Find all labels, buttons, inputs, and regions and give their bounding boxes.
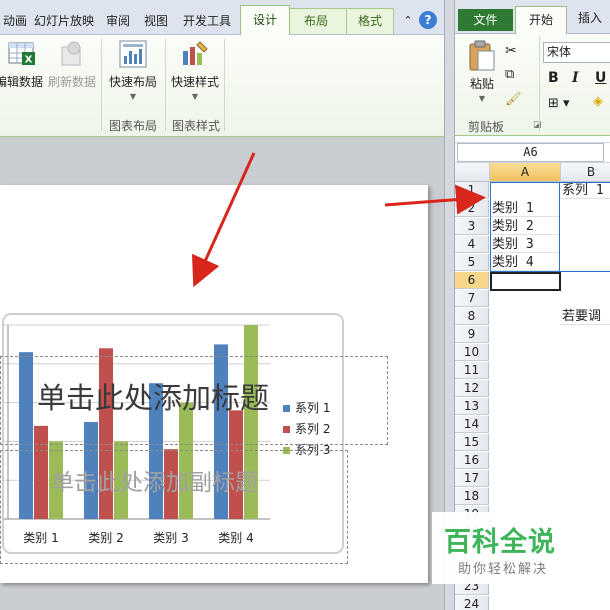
- row-header[interactable]: 12: [455, 380, 489, 397]
- group-separator: [101, 39, 102, 131]
- refresh-data-button[interactable]: 刷新数据: [47, 39, 97, 90]
- collapse-ribbon-icon[interactable]: ⌃: [400, 10, 416, 32]
- fill-color-icon[interactable]: ◈: [593, 94, 603, 109]
- ppt-ribbon-tabs: 动画 幻灯片放映 审阅 视图 开发工具 布局 格式 设计 ⌃ ?: [0, 0, 444, 36]
- column-header-a[interactable]: A: [490, 163, 561, 182]
- row-header[interactable]: 14: [455, 416, 489, 433]
- border-icon[interactable]: ⊞ ▾: [548, 96, 570, 111]
- watermark: 百科全说 助你轻松解决: [432, 512, 584, 584]
- slide-canvas[interactable]: 类别 1 类别 2 类别 3 类别 4 系列 1 系列 2 系列 3 单击此处添…: [0, 185, 428, 583]
- slide-workspace: 类别 1 类别 2 类别 3 类别 4 系列 1 系列 2 系列 3 单击此处添…: [0, 137, 444, 610]
- paste-icon: [463, 38, 501, 75]
- excel-ribbon-tabs: 文件 开始 插入: [455, 0, 610, 35]
- tab-home[interactable]: 开始: [515, 6, 567, 35]
- row-header[interactable]: 1: [455, 182, 489, 199]
- tab-design[interactable]: 设计: [240, 5, 290, 36]
- tab-view[interactable]: 视图: [141, 10, 171, 32]
- subtitle-placeholder[interactable]: 单击此处添加副标题: [0, 450, 348, 564]
- row-header[interactable]: 17: [455, 470, 489, 487]
- dialog-launcher-icon[interactable]: ◪: [533, 120, 542, 130]
- chart-data-range: [560, 182, 610, 272]
- font-name-select[interactable]: 宋体: [543, 42, 610, 63]
- dropdown-caret-icon: ▼: [191, 92, 199, 101]
- group-separator: [539, 36, 540, 131]
- copy-icon[interactable]: ⧉: [505, 67, 514, 82]
- row-header[interactable]: 3: [455, 218, 489, 235]
- quick-style-label: 快速样式: [170, 75, 219, 89]
- chart-data-range: [490, 182, 560, 272]
- row-header[interactable]: 10: [455, 344, 489, 361]
- watermark-brand: 百科全说: [444, 527, 556, 558]
- row-header[interactable]: 8: [455, 308, 489, 325]
- tab-file[interactable]: 文件: [458, 9, 513, 31]
- ppt-ribbon: X 编辑数据 刷新数据 快速布局 ▼ 快速样式 ▼ 图表布局 图表样式: [0, 35, 444, 137]
- row-header[interactable]: 24: [455, 596, 489, 610]
- tab-review[interactable]: 审阅: [103, 10, 133, 32]
- refresh-data-label: 刷新数据: [47, 75, 96, 89]
- refresh-data-icon: [57, 39, 87, 69]
- edit-data-button[interactable]: X 编辑数据: [0, 39, 44, 90]
- cell-a6-selected[interactable]: [490, 272, 561, 291]
- row-header[interactable]: 15: [455, 434, 489, 451]
- group-separator: [224, 39, 225, 131]
- group-separator: [165, 39, 166, 131]
- edit-data-icon: X: [7, 39, 37, 69]
- tab-developer[interactable]: 开发工具: [179, 10, 235, 32]
- cell-b8[interactable]: 若要调: [560, 308, 610, 325]
- quick-layout-label: 快速布局: [108, 75, 157, 89]
- svg-text:X: X: [25, 55, 33, 66]
- row-header[interactable]: 7: [455, 290, 489, 307]
- title-placeholder[interactable]: 单击此处添加标题: [0, 356, 388, 445]
- watermark-slogan: 助你轻松解决: [458, 562, 549, 577]
- edit-data-label: 编辑数据: [0, 75, 43, 89]
- excel-ribbon: 粘贴 ▼ ✂ ⧉ 🖌 宋体 B I U ⊞ ▾ ◈ 剪贴板 ◪: [455, 34, 610, 136]
- tab-layout[interactable]: 布局: [284, 8, 348, 34]
- row-header[interactable]: 9: [455, 326, 489, 343]
- quick-layout-icon: [118, 39, 148, 69]
- group-label-chart-style: 图表样式: [172, 119, 221, 133]
- powerpoint-window: 动画 幻灯片放映 审阅 视图 开发工具 布局 格式 设计 ⌃ ? X 编辑数据: [0, 0, 444, 610]
- row-header[interactable]: 4: [455, 236, 489, 253]
- underline-button[interactable]: U: [595, 70, 606, 86]
- cut-icon[interactable]: ✂: [505, 43, 517, 59]
- tab-slideshow[interactable]: 幻灯片放映: [33, 10, 95, 32]
- dropdown-caret-icon: ▼: [478, 94, 486, 103]
- bold-button[interactable]: B: [548, 70, 559, 86]
- column-header-b[interactable]: B: [561, 163, 610, 182]
- group-label-clipboard: 剪贴板: [468, 120, 505, 134]
- format-painter-icon[interactable]: 🖌: [505, 92, 522, 107]
- tab-insert[interactable]: 插入: [578, 9, 602, 26]
- tab-format[interactable]: 格式: [346, 8, 394, 34]
- row-header[interactable]: 2: [455, 200, 489, 217]
- row-header[interactable]: 5: [455, 254, 489, 271]
- quick-style-button[interactable]: 快速样式 ▼: [169, 39, 221, 101]
- dropdown-caret-icon: ▼: [129, 92, 137, 101]
- row-header[interactable]: 18: [455, 488, 489, 505]
- title-placeholder-text: 单击此处添加标题: [37, 381, 270, 415]
- group-label-fragment: [0, 117, 4, 131]
- row-header[interactable]: 11: [455, 362, 489, 379]
- subtitle-placeholder-text: 单击此处添加副标题: [51, 470, 258, 496]
- row-header[interactable]: 16: [455, 452, 489, 469]
- quick-layout-button[interactable]: 快速布局 ▼: [106, 39, 160, 101]
- quick-style-icon: [180, 39, 210, 69]
- paste-button[interactable]: 粘贴 ▼: [463, 38, 501, 103]
- help-icon[interactable]: ?: [419, 11, 437, 29]
- name-box[interactable]: A6: [457, 143, 604, 162]
- select-all-corner[interactable]: [455, 163, 490, 182]
- row-header[interactable]: 13: [455, 398, 489, 415]
- italic-button[interactable]: I: [572, 70, 579, 86]
- paste-label: 粘贴: [469, 77, 494, 91]
- row-header[interactable]: 6: [455, 272, 489, 289]
- tab-animation[interactable]: 动画: [0, 10, 32, 32]
- group-label-chart-layout: 图表布局: [109, 119, 158, 133]
- formula-bar: A6: [455, 142, 610, 163]
